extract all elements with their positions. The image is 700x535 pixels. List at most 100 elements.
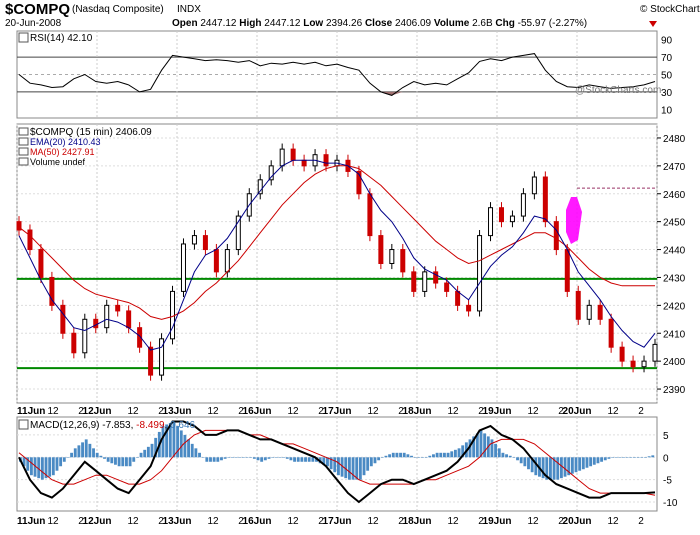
chg-label: Chg — [495, 18, 514, 29]
macd-histogram-bar — [607, 457, 611, 459]
x-tick-label: 2 — [638, 516, 644, 527]
macd-histogram-bar — [501, 452, 505, 458]
macd-histogram-bar — [377, 457, 381, 461]
x-tick-label: 2 — [638, 406, 644, 417]
candle-body — [323, 154, 329, 167]
macd-histogram-bar — [512, 457, 516, 458]
macd-histogram-bar — [267, 457, 271, 459]
x-tick-label: 12 — [287, 406, 299, 417]
rsi-tick-label: 70 — [661, 53, 673, 64]
candle-body — [389, 249, 395, 265]
macd-histogram-bar — [402, 452, 406, 458]
price-legend-box — [18, 127, 29, 136]
price-legend-item: MA(50) 2427.91 — [30, 147, 95, 157]
candle-body — [93, 318, 99, 329]
macd-histogram-bar — [439, 452, 443, 458]
x-tick-label: 12 — [367, 516, 379, 527]
x-tick-label: 20Jun — [563, 406, 592, 417]
macd-histogram-bar — [479, 430, 483, 458]
macd-histogram-bar — [183, 434, 187, 458]
candle-body — [477, 235, 483, 312]
price-legend-item: EMA(20) 2410.43 — [30, 137, 101, 147]
candle-body — [455, 290, 461, 306]
macd-histogram-bar — [282, 457, 286, 458]
macd-histogram-bar — [355, 457, 359, 480]
rsi-tick-label: 10 — [661, 105, 673, 116]
high-value: 2447.12 — [264, 18, 301, 29]
price-legend-item: Volume undef — [30, 157, 86, 167]
macd-histogram-bar — [81, 442, 84, 458]
macd-histogram-bar — [231, 457, 234, 458]
candle-body — [213, 249, 219, 273]
price-tick-label: 2400 — [663, 357, 686, 368]
macd-histogram-bar — [581, 457, 585, 470]
macd-histogram-bar — [421, 457, 424, 458]
macd-histogram-bar — [55, 457, 59, 471]
macd-histogram-bar — [92, 448, 95, 458]
chg-value: -55.97 (-2.27%) — [518, 18, 587, 29]
candle-body — [652, 343, 658, 362]
x-tick-label: 12 — [607, 406, 619, 417]
brand-text: © StockCharts.com — [640, 4, 700, 15]
macd-histogram-bar — [307, 457, 311, 462]
price-tick-label: 2450 — [663, 218, 686, 229]
x-tick-label: 12 — [47, 516, 59, 527]
macd-histogram-bar — [490, 439, 494, 458]
macd-label: MACD(12,26,9) -7.853, -8.499, 0.646 — [30, 420, 196, 431]
candle-body — [378, 235, 384, 265]
macd-histogram-bar — [95, 452, 99, 458]
x-tick-label: 12 — [527, 406, 539, 417]
x-tick-label: 18Jun — [403, 406, 432, 417]
x-tick-label: 12 — [607, 516, 619, 527]
stockchart-svg: $COMPQ (Nasdaq Composite) INDX © StockCh… — [5, 1, 700, 527]
price-tick-label: 2430 — [663, 273, 686, 284]
x-tick-label: 12 — [207, 516, 219, 527]
macd-histogram-bar — [77, 445, 81, 458]
macd-histogram-bar — [391, 452, 395, 458]
x-tick-label: 17Jun — [323, 406, 352, 417]
candle-body — [509, 215, 515, 223]
x-tick-label: 12 — [447, 516, 459, 527]
macd-histogram-bar — [223, 457, 227, 459]
macd-histogram-bar — [446, 452, 450, 458]
macd-histogram-bar — [278, 457, 282, 458]
price-legend-box — [18, 137, 29, 146]
macd-histogram-bar — [549, 457, 552, 480]
close-value: 2406.09 — [395, 18, 432, 29]
x-tick-label: 16Jun — [243, 516, 272, 527]
macd-tick-label: -10 — [663, 498, 678, 509]
macd-sep: , — [131, 420, 134, 431]
macd-histogram-bar — [614, 457, 618, 458]
candle-body — [564, 249, 570, 292]
macd-histogram-bar — [570, 457, 574, 474]
candle-body — [27, 229, 33, 251]
macd-histogram-bar — [603, 457, 607, 461]
macd-histogram-bar — [443, 452, 446, 458]
macd-hist-value: 0.646 — [170, 420, 195, 431]
candle-body — [301, 159, 307, 167]
x-tick-label: 16Jun — [243, 406, 272, 417]
macd-histogram-bar — [417, 457, 421, 458]
macd-histogram-bar — [358, 457, 362, 480]
macd-histogram-bar — [179, 430, 183, 458]
macd-histogram-bar — [252, 457, 256, 459]
macd-histogram-bar — [66, 457, 70, 458]
candle-body — [531, 176, 537, 195]
exchange-text: INDX — [177, 4, 201, 15]
macd-histogram-bar — [88, 443, 92, 458]
candle-body — [148, 346, 154, 376]
macd-histogram-bar — [150, 443, 154, 458]
macd-histogram-bar — [633, 457, 636, 458]
macd-histogram-bar — [311, 457, 315, 462]
low-value: 2394.26 — [326, 18, 363, 29]
candle-body — [38, 249, 44, 278]
macd-histogram-bar — [457, 448, 461, 458]
macd-histogram-bar — [428, 455, 432, 458]
candle-body — [400, 249, 406, 273]
macd-tick-label: -5 — [663, 476, 672, 487]
macd-value: -7.853 — [102, 420, 131, 431]
macd-histogram-bar — [274, 457, 278, 458]
candle-body — [542, 176, 548, 223]
candle-body — [630, 360, 636, 368]
candle-body — [170, 290, 176, 340]
